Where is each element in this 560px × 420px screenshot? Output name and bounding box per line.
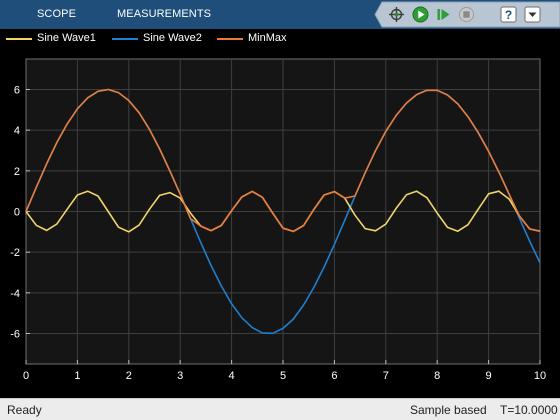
tab-scope[interactable]: SCOPE <box>37 8 76 20</box>
x-tick-label: 2 <box>126 370 132 382</box>
x-tick-label: 5 <box>280 370 286 382</box>
x-tick-label: 0 <box>23 370 29 382</box>
status-mode: Sample based <box>410 403 487 417</box>
signal-select-icon <box>389 7 404 22</box>
y-tick-label: 0 <box>14 207 20 219</box>
stop-icon <box>459 7 474 22</box>
x-tick-label: 6 <box>331 370 337 382</box>
quick-access-toolbar: ? <box>374 0 560 29</box>
y-tick-label: -4 <box>10 288 20 300</box>
legend-label: MinMax <box>248 32 287 44</box>
run-icon <box>412 6 429 23</box>
legend-swatch <box>217 38 243 40</box>
help-button[interactable]: ? <box>499 5 518 24</box>
x-tick-label: 8 <box>434 370 440 382</box>
y-tick-label: 6 <box>14 85 20 97</box>
x-tick-label: 1 <box>74 370 80 382</box>
x-tick-label: 10 <box>534 370 546 382</box>
legend-label: Sine Wave1 <box>37 32 96 44</box>
x-tick-label: 3 <box>177 370 183 382</box>
tab-measurements[interactable]: MEASUREMENTS <box>117 8 211 20</box>
x-tick-label: 9 <box>486 370 492 382</box>
toolstrip: SCOPE MEASUREMENTS ? <box>0 0 560 29</box>
svg-text:?: ? <box>505 8 512 22</box>
status-text: Ready <box>7 403 42 417</box>
x-tick-label: 4 <box>229 370 235 382</box>
legend: Sine Wave1 Sine Wave2 MinMax <box>0 29 560 48</box>
legend-label: Sine Wave2 <box>143 32 202 44</box>
y-tick-label: -6 <box>10 329 20 341</box>
x-tick-label: 7 <box>383 370 389 382</box>
y-tick-label: 2 <box>14 166 20 178</box>
step-forward-button[interactable] <box>434 5 453 24</box>
stop-button[interactable] <box>457 5 476 24</box>
step-forward-icon <box>437 9 450 20</box>
y-tick-label: 4 <box>14 125 20 137</box>
run-button[interactable] <box>411 5 430 24</box>
expand-menu-icon <box>524 6 541 23</box>
expand-menu-button[interactable] <box>523 5 542 24</box>
plot-area: 0 1 2 3 4 5 6 7 8 9 10 -6 -4 -2 0 2 4 6 <box>0 48 560 398</box>
scope-display[interactable]: 0 1 2 3 4 5 6 7 8 9 10 -6 -4 -2 0 2 4 6 <box>0 48 560 398</box>
signal-select-button[interactable] <box>387 5 406 24</box>
help-icon: ? <box>500 6 517 23</box>
y-tick-label: -2 <box>10 247 20 259</box>
status-time: T=10.0000 <box>500 403 558 417</box>
legend-swatch <box>6 38 32 40</box>
legend-swatch <box>112 38 138 40</box>
status-bar: Ready Sample based T=10.0000 <box>0 398 560 420</box>
